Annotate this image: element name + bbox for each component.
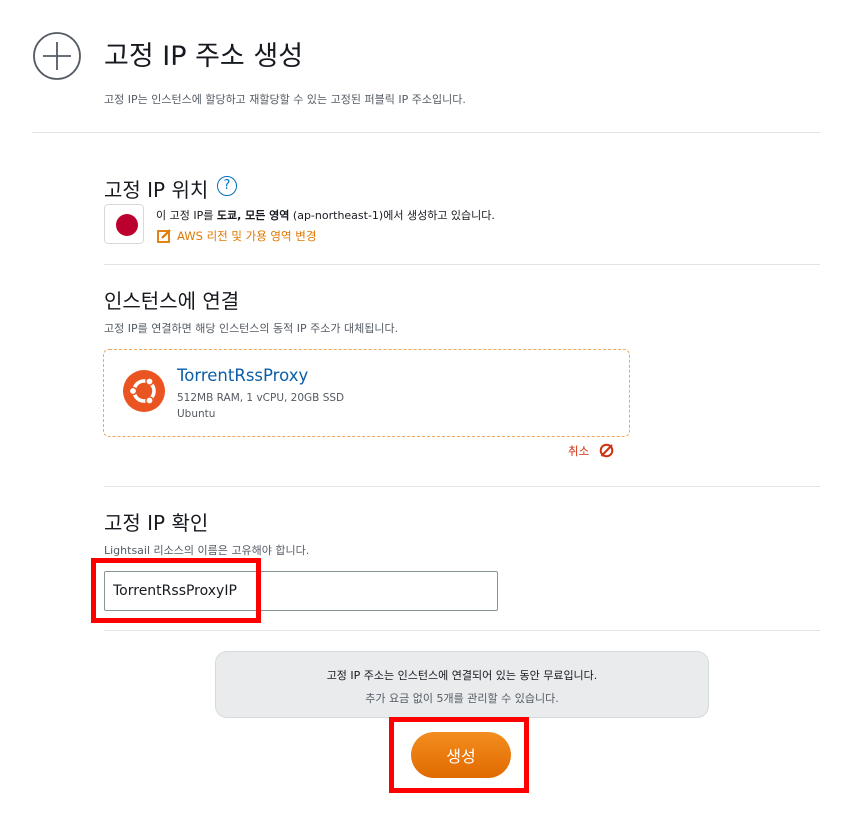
pricing-info-box: 고정 IP 주소는 인스턴스에 연결되어 있는 동안 무료입니다. 추가 요금 … xyxy=(215,651,709,718)
location-divider xyxy=(104,264,820,265)
change-region-link[interactable]: AWS 리전 및 가용 영역 변경 xyxy=(157,228,316,244)
attach-description: 고정 IP를 연결하면 해당 인스턴스의 동적 IP 주소가 대체됩니다. xyxy=(104,322,399,335)
prohibited-icon xyxy=(599,443,614,458)
edit-icon xyxy=(157,229,171,243)
ubuntu-icon xyxy=(123,370,165,412)
header-divider xyxy=(32,132,820,133)
attach-title: 인스턴스에 연결 xyxy=(104,289,240,313)
plus-circle-icon xyxy=(33,32,81,80)
identify-divider xyxy=(104,630,820,631)
info-line-2: 추가 요금 없이 5개를 관리할 수 있습니다. xyxy=(365,692,559,705)
location-text: 이 고정 IP를 도쿄, 모든 영역 (ap-northeast-1)에서 생성… xyxy=(156,209,495,222)
highlight-box-button xyxy=(389,717,529,793)
info-line-1: 고정 IP 주소는 인스턴스에 연결되어 있는 동안 무료입니다. xyxy=(326,669,598,682)
cancel-attach-link[interactable]: 취소 xyxy=(568,443,614,459)
help-icon[interactable]: ? xyxy=(217,176,237,196)
page-subtitle: 고정 IP는 인스턴스에 할당하고 재할당할 수 있는 고정된 퍼블릭 IP 주… xyxy=(104,93,466,106)
instance-os: Ubuntu xyxy=(177,408,216,420)
attach-divider xyxy=(104,486,820,487)
japan-flag-icon xyxy=(104,204,144,244)
instance-name-link[interactable]: TorrentRssProxy xyxy=(177,366,308,385)
identify-title: 고정 IP 확인 xyxy=(104,511,209,535)
identify-description: Lightsail 리소스의 이름은 고유해야 합니다. xyxy=(104,544,310,557)
page-title: 고정 IP 주소 생성 xyxy=(104,41,304,72)
highlight-box-input xyxy=(91,558,261,623)
flag-circle xyxy=(116,214,138,236)
location-title: 고정 IP 위치 xyxy=(104,178,209,202)
instance-spec: 512MB RAM, 1 vCPU, 20GB SSD xyxy=(177,392,345,404)
